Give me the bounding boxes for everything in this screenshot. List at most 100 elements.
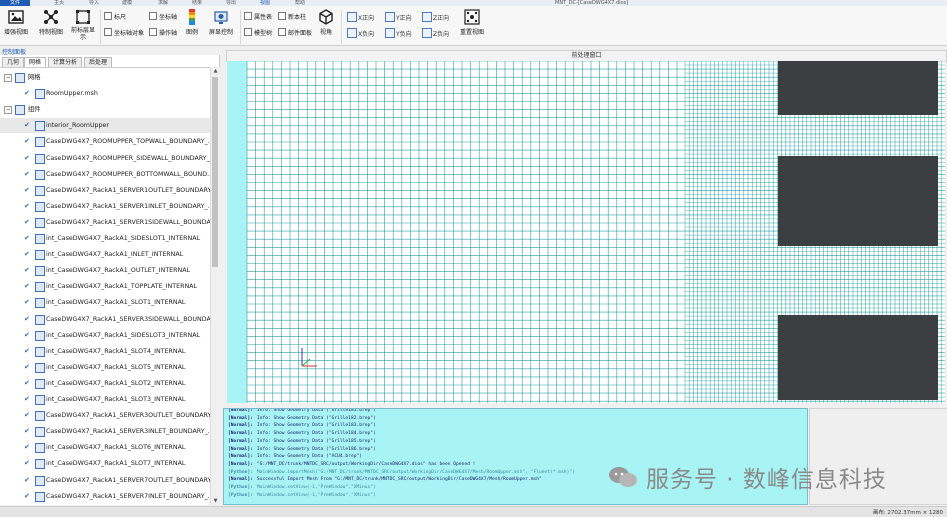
ruler-checkbox-box[interactable]: [104, 12, 112, 20]
visibility-check-icon[interactable]: ✔: [24, 138, 31, 145]
visibility-check-icon[interactable]: ✔: [24, 363, 31, 371]
operation-axis-checkbox[interactable]: 操作轴: [149, 28, 177, 38]
visibility-check-icon[interactable]: ✔: [24, 283, 31, 290]
visibility-check-icon[interactable]: ✔: [24, 90, 31, 97]
tree-item[interactable]: ✔ CaseDWG4X7_RackA1_SERVER3OUTLET_BOUNDAR…: [0, 408, 210, 423]
visibility-check-icon[interactable]: ✔: [24, 412, 31, 419]
operation-axis-checkbox-box[interactable]: [149, 28, 157, 36]
visibility-check-icon[interactable]: ✔: [24, 122, 31, 129]
tree-item[interactable]: ✔ CaseDWG4X7_RackA1_SERVER3INLET_BOUNDARY…: [0, 424, 210, 439]
visibility-check-icon[interactable]: ✔: [24, 476, 31, 484]
tree-item[interactable]: ✔ CaseDWG4X7_RackA1_SERVER1OUTLET_BOUNDAR…: [0, 183, 210, 198]
visibility-check-icon[interactable]: ✔: [24, 299, 31, 306]
axis-object-checkbox-box[interactable]: [104, 28, 112, 36]
tree-item[interactable]: ✔ int_CaseDWG4X7_RackA1_SLOT4_INTERNAL: [0, 344, 210, 359]
tree-item[interactable]: ✔ int_CaseDWG4X7_RackA1_SIDESLOT3_INTERNA…: [0, 328, 210, 343]
tree-item[interactable]: ✔ int_CaseDWG4X7_RackA1_OUTLET_INTERNAL: [0, 263, 210, 278]
tree-item[interactable]: ✔ int_CaseDWG4X7_RackA1_SLOT2_INTERNAL: [0, 376, 210, 391]
visibility-check-icon[interactable]: ✔: [24, 267, 31, 274]
visibility-check-icon[interactable]: ✔: [24, 315, 31, 323]
tree-group[interactable]: − 网格: [0, 70, 210, 85]
visibility-check-icon[interactable]: ✔: [24, 347, 31, 355]
preprocess-viewport[interactable]: [227, 61, 945, 403]
property-table-checkbox-box[interactable]: [244, 12, 252, 20]
front-layer-button[interactable]: 前标层显示: [70, 9, 96, 41]
tree-item[interactable]: ✔ int_CaseDWG4X7_RackA1_SLOT1_INTERNAL: [0, 295, 210, 310]
x-positive-view-button[interactable]: X正向: [347, 12, 374, 23]
tree-item[interactable]: ✔ CaseDWG4X7_RackA1_SERVER7INLET_BOUNDARY…: [0, 489, 210, 504]
property-table-checkbox[interactable]: 属性表: [244, 12, 272, 22]
tree-item[interactable]: ✔ int_CaseDWG4X7_RackA1_TOPPLATE_INTERNAL: [0, 279, 210, 294]
z-negative-view-button[interactable]: Z负向: [422, 28, 449, 39]
visibility-check-icon[interactable]: ✔: [24, 428, 31, 435]
tree-item[interactable]: ✔ int_CaseDWG4X7_RackA1_INLET_INTERNAL: [0, 247, 210, 262]
axis-checkbox[interactable]: 坐标轴: [149, 12, 177, 22]
z-positive-view-button[interactable]: Z正向: [422, 12, 449, 23]
tree-item[interactable]: ✔ int_CaseDWG4X7_RackA1_SLOT7_INTERNAL: [0, 456, 210, 471]
visibility-check-icon[interactable]: ✔: [24, 202, 31, 210]
tree-item[interactable]: ✔ CaseDWG4X7_ROOMUPPER_BOTTOMWALL_BOUND..…: [0, 167, 210, 182]
custom-view-button[interactable]: 特制视图: [37, 9, 65, 36]
visibility-check-icon[interactable]: ✔: [24, 154, 31, 162]
tree-item[interactable]: ✔ int_CaseDWG4X7_RackA1_SLOT3_INTERNAL: [0, 392, 210, 407]
mail-panel-checkbox[interactable]: 邮件面板: [278, 28, 312, 38]
scroll-up-icon[interactable]: ▲: [212, 67, 219, 75]
tree-item[interactable]: ✔ CaseDWG4X7_RackA1_SERVER1INLET_BOUNDARY…: [0, 199, 210, 214]
visibility-check-icon[interactable]: ✔: [24, 444, 31, 451]
tree-item-label: CaseDWG4X7_RackA1_SERVER3INLET_BOUNDARY_…: [46, 428, 210, 436]
visibility-check-icon[interactable]: ✔: [24, 396, 31, 403]
y-positive-view-button[interactable]: Y正向: [385, 12, 412, 23]
screen-control-button[interactable]: 屏显控制: [207, 9, 235, 36]
tab-analysis[interactable]: 计算分析: [48, 57, 83, 67]
collapse-toggle-icon[interactable]: −: [4, 74, 12, 82]
tree-item[interactable]: ✔ CaseDWG4X7_ROOMUPPER_SIDEWALL_BOUNDARY_…: [0, 151, 210, 166]
property-table-label: 属性表: [254, 14, 273, 21]
ruler-checkbox[interactable]: 标尺: [104, 12, 126, 22]
console-line: [Python]: MainWindow.setView(-1,"PreWindo…: [228, 484, 376, 492]
tree-item[interactable]: ✔ CaseDWG4X7_ROOMUPPER_TOPWALL_BOUNDARY_.…: [0, 134, 210, 149]
tree-item[interactable]: ✔ CaseDWG4X7_RackA1_SERVER1SIDEWALL_BOUND…: [0, 215, 210, 230]
view-angle-button[interactable]: 视角: [316, 9, 336, 36]
tree-item[interactable]: ✔ int_CaseDWG4X7_RackA1_SLOT5_INTERNAL: [0, 360, 210, 375]
scroll-down-icon[interactable]: ▼: [212, 497, 219, 505]
axis-checkbox-box[interactable]: [149, 12, 157, 20]
tab-mesh[interactable]: 网格: [24, 57, 47, 67]
visibility-check-icon[interactable]: ✔: [24, 379, 31, 387]
visibility-check-icon[interactable]: ✔: [24, 331, 31, 339]
tree-item[interactable]: ✔ CaseDWG4X7_RackA1_SERVER7OUTLET_BOUNDAR…: [0, 473, 210, 488]
tab-geometry[interactable]: 几何: [2, 57, 25, 67]
console-line-text: Info: Show Geometry Data ("Grille181.bre…: [256, 408, 376, 413]
tree-group[interactable]: − 组件: [0, 102, 210, 117]
mail-panel-checkbox-box[interactable]: [278, 28, 286, 36]
tree-item[interactable]: ✔ int_CaseDWG4X7_RackA1_SLOT6_INTERNAL: [0, 440, 210, 455]
visibility-check-icon[interactable]: ✔: [24, 460, 31, 467]
collapse-toggle-icon[interactable]: −: [4, 106, 12, 115]
visibility-check-icon[interactable]: ✔: [24, 251, 31, 258]
model-tree-checkbox[interactable]: 模型树: [244, 28, 272, 38]
visibility-check-icon[interactable]: ✔: [24, 235, 31, 242]
enhanced-view-button[interactable]: 增强视图: [3, 9, 29, 36]
reset-view-button[interactable]: 重置视图: [458, 9, 486, 36]
model-tree-checkbox-box[interactable]: [244, 28, 252, 36]
tab-postprocess[interactable]: 后处理: [84, 57, 113, 67]
tree-item[interactable]: ✔ CaseDWG4X7_RackA1_SERVER3SIDEWALL_BOUND…: [0, 312, 210, 327]
ribbon-toolbar: 增强视图 特制视图 前标层显示 标尺 坐标轴 坐标轴对象 操作轴 图例 屏显控制…: [0, 6, 947, 46]
tree-item[interactable]: ✔ RoomUpper.msh: [0, 86, 210, 101]
tree-item[interactable]: ✔ int_CaseDWG4X7_RackA1_SIDESLOT1_INTERNA…: [0, 231, 210, 246]
mesh-canvas[interactable]: [227, 61, 945, 403]
new-column-checkbox[interactable]: 新本柱: [278, 12, 306, 22]
axis-object-checkbox[interactable]: 坐标轴对象: [104, 28, 144, 38]
tree-scrollbar[interactable]: ▲ ▼: [210, 67, 220, 505]
visibility-check-icon[interactable]: ✔: [24, 218, 31, 226]
visibility-check-icon[interactable]: ✔: [24, 186, 31, 194]
legend-button[interactable]: 图例: [183, 9, 201, 36]
x-negative-view-button[interactable]: X负向: [347, 28, 374, 39]
scrollbar-thumb[interactable]: [212, 77, 218, 267]
visibility-check-icon[interactable]: ✔: [24, 492, 31, 500]
visibility-check-icon[interactable]: ✔: [24, 170, 31, 178]
tree-item[interactable]: ✔ interior_RoomUpper: [0, 118, 210, 134]
y-negative-view-button[interactable]: Y负向: [385, 28, 412, 39]
mesh-component-icon: [35, 201, 45, 212]
new-column-checkbox-box[interactable]: [278, 12, 286, 20]
console-line-tag: [Normal]:: [228, 438, 253, 444]
